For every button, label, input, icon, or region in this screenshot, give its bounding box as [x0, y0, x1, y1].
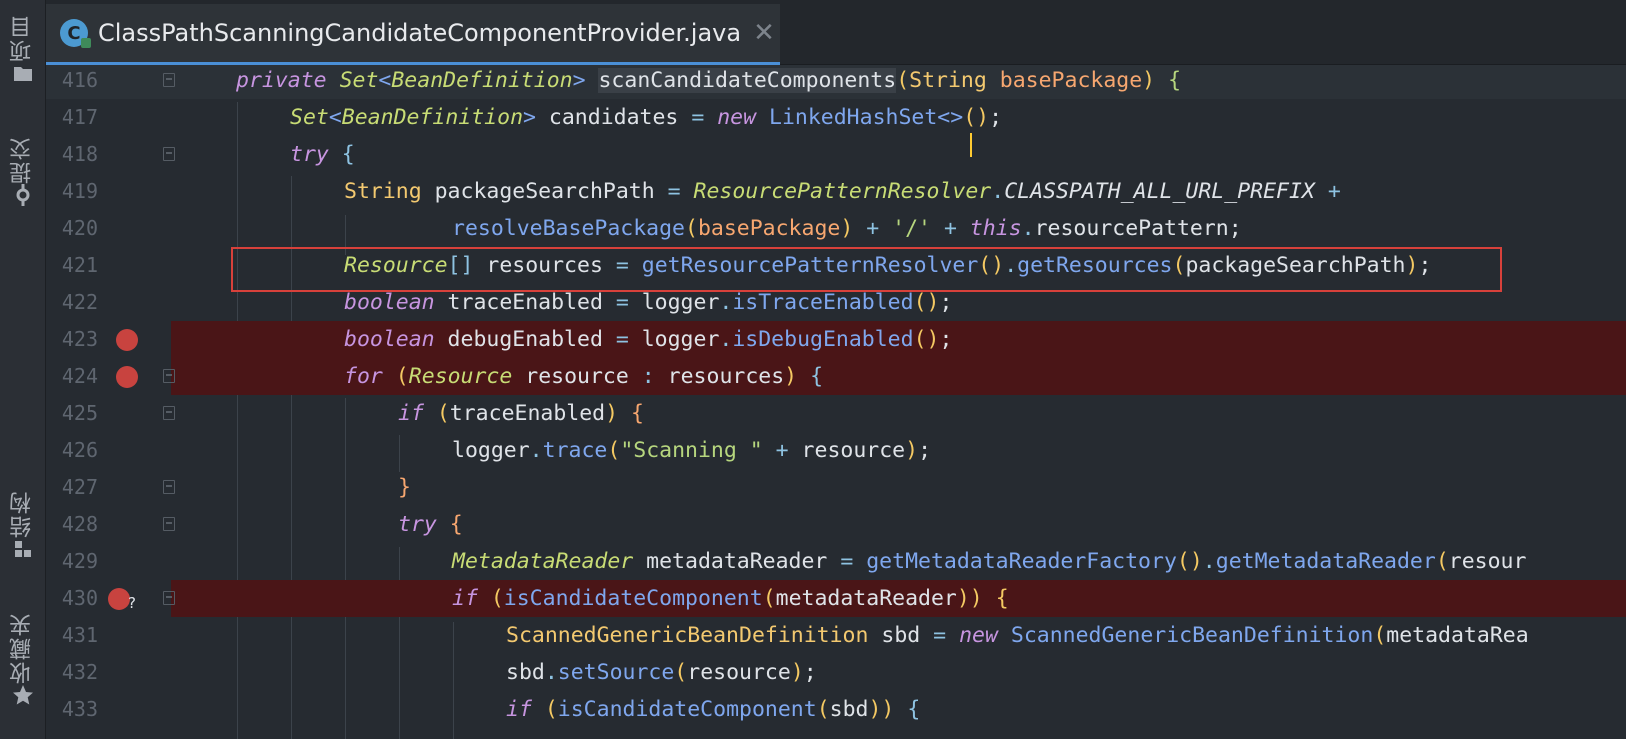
conditional-breakpoint-icon: ?: [128, 594, 136, 612]
line-number: 431: [61, 623, 98, 647]
code-text: boolean debugEnabled = logger.isDebugEna…: [344, 327, 953, 352]
line-number: 418: [61, 142, 98, 166]
code-line[interactable]: 425 if (traceEnabled) {: [46, 395, 1626, 432]
code-line[interactable]: 432 sbd.setSource(resource);: [46, 654, 1626, 691]
code-line[interactable]: 431 ScannedGenericBeanDefinition sbd = n…: [46, 617, 1626, 654]
tool-window-sidebar: 项目 提交 结构 收藏夹: [0, 0, 46, 739]
line-number: 417: [61, 105, 98, 129]
code-text: }: [398, 475, 411, 500]
fold-icon[interactable]: [163, 591, 175, 605]
breakpoint-icon[interactable]: [116, 366, 138, 388]
breakpoint-icon[interactable]: [116, 329, 138, 351]
highlight-box: [231, 247, 1502, 292]
code-line[interactable]: 429 MetadataReader metadataReader = getM…: [46, 543, 1626, 580]
code-text: if (isCandidateComponent(sbd)) {: [506, 697, 921, 722]
folder-icon: [13, 67, 32, 81]
code-line[interactable]: 427 }: [46, 469, 1626, 506]
code-text: if (traceEnabled) {: [398, 401, 644, 426]
code-text: if (isCandidateComponent(metadataReader)…: [452, 586, 1009, 611]
code-text: resolveBasePackage(basePackage) + '/' + …: [452, 216, 1242, 241]
line-number: 422: [61, 290, 98, 314]
code-line[interactable]: 423 boolean debugEnabled = logger.isDebu…: [46, 321, 1626, 358]
breakpoint-icon[interactable]: [108, 588, 130, 610]
code-text: private Set<BeanDefinition> scanCandidat…: [236, 68, 1182, 93]
sidebar-item-label: 提交: [9, 136, 35, 184]
code-editor[interactable]: 416 private Set<BeanDefinition> scanCand…: [46, 65, 1626, 739]
code-text: sbd.setSource(resource);: [506, 660, 817, 685]
code-line[interactable]: 424 for (Resource resource : resources) …: [46, 358, 1626, 395]
line-number: 423: [61, 327, 98, 351]
line-number: 426: [61, 438, 98, 462]
code-text: logger.trace("Scanning " + resource);: [452, 438, 932, 463]
code-text: try {: [398, 512, 463, 537]
sidebar-item-label: 结构: [9, 490, 35, 538]
line-number: 419: [61, 179, 98, 203]
code-line[interactable]: 420 resolveBasePackage(basePackage) + '/…: [46, 210, 1626, 247]
line-number: 424: [61, 364, 98, 388]
line-number: 420: [61, 216, 98, 240]
line-number: 428: [61, 512, 98, 536]
sidebar-item-structure[interactable]: 结构: [0, 490, 45, 560]
line-number: 433: [61, 697, 98, 721]
code-line[interactable]: 417 Set<BeanDefinition> candidates = new…: [46, 99, 1626, 136]
line-number: 416: [61, 68, 98, 92]
star-icon: [12, 685, 33, 705]
fold-icon[interactable]: [163, 369, 175, 383]
sidebar-item-label: 收藏夹: [9, 612, 35, 684]
commit-icon: [16, 184, 29, 206]
sidebar-item-commit[interactable]: 提交: [0, 136, 45, 206]
sidebar-item-label: 项目: [9, 14, 35, 62]
fold-icon[interactable]: [163, 147, 175, 161]
code-text: ScannedGenericBeanDefinition sbd = new S…: [506, 623, 1529, 648]
code-line[interactable]: 418 try {: [46, 136, 1626, 173]
sidebar-item-favorites[interactable]: 收藏夹: [0, 612, 45, 706]
line-number: 429: [61, 549, 98, 573]
tab-title: ClassPathScanningCandidateComponentProvi…: [98, 19, 742, 47]
tab-classpath-scanning[interactable]: C ClassPathScanningCandidateComponentPro…: [46, 4, 780, 65]
code-text: Set<BeanDefinition> candidates = new Lin…: [290, 105, 1003, 130]
code-text: try {: [290, 142, 355, 167]
fold-icon[interactable]: [163, 406, 175, 420]
line-number: 430: [61, 586, 98, 610]
code-text: MetadataReader metadataReader = getMetad…: [452, 549, 1527, 574]
code-line[interactable]: 428 try {: [46, 506, 1626, 543]
editor-tab-bar: C ClassPathScanningCandidateComponentPro…: [46, 0, 1626, 65]
fold-icon[interactable]: [163, 517, 175, 531]
line-number: 421: [61, 253, 98, 277]
code-line[interactable]: 426 logger.trace("Scanning " + resource)…: [46, 432, 1626, 469]
line-number: 427: [61, 475, 98, 499]
code-text: for (Resource resource : resources) {: [344, 364, 824, 389]
close-icon[interactable]: ✕: [753, 18, 775, 48]
line-number: 432: [61, 660, 98, 684]
java-class-icon: C: [60, 19, 91, 48]
code-line[interactable]: 430 ? if (isCandidateComponent(metadataR…: [46, 580, 1626, 617]
code-line[interactable]: 416 private Set<BeanDefinition> scanCand…: [46, 65, 1626, 99]
sidebar-item-project[interactable]: 项目: [0, 14, 45, 84]
code-line[interactable]: 419 String packageSearchPath = ResourceP…: [46, 173, 1626, 210]
line-number: 425: [61, 401, 98, 425]
fold-icon[interactable]: [163, 73, 175, 87]
code-line[interactable]: 433 if (isCandidateComponent(sbd)) {: [46, 691, 1626, 728]
fold-icon[interactable]: [163, 480, 175, 494]
structure-icon: [14, 541, 31, 557]
code-text: String packageSearchPath = ResourcePatte…: [344, 179, 1341, 204]
